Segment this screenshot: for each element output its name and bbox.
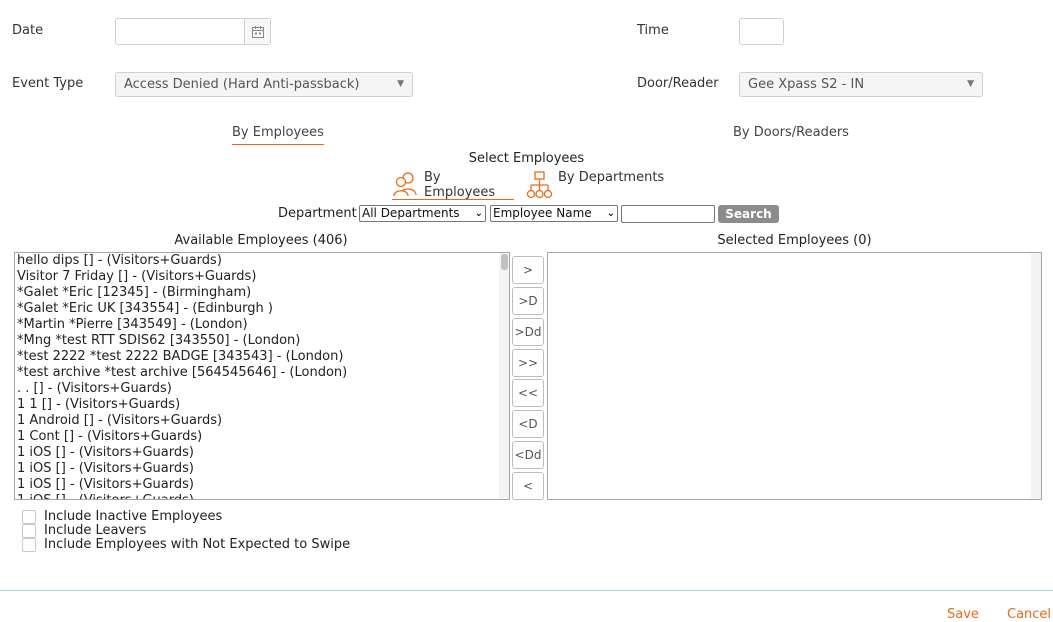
department-value: All Departments [362, 206, 460, 220]
list-item[interactable]: 1 iOS [] - (Visitors+Guards) [15, 477, 509, 493]
include-not-expected-checkbox[interactable] [22, 538, 36, 552]
list-item[interactable]: . . [] - (Visitors+Guards) [15, 381, 509, 397]
sort-select[interactable]: Employee Name ⌄ [490, 205, 618, 222]
chevron-down-icon: ⌄ [474, 208, 483, 219]
search-button[interactable]: Search [718, 205, 779, 223]
available-employees-list[interactable]: hello dips [] - (Visitors+Guards) Visitor… [14, 252, 510, 500]
chevron-down-icon: ▼ [967, 79, 974, 89]
add-selected-button[interactable]: > [512, 256, 544, 284]
list-item[interactable]: hello dips [] - (Visitors+Guards) [15, 253, 509, 269]
footer-divider [0, 590, 1053, 591]
subtab-by-departments-label: By Departments [558, 170, 665, 185]
include-leavers-checkbox[interactable] [22, 524, 36, 538]
list-item[interactable]: *Galet *Eric UK [343554] - (Edinburgh ) [15, 301, 509, 317]
selected-employees-title: Selected Employees (0) [717, 233, 872, 248]
date-label: Date [12, 23, 44, 38]
save-button[interactable]: Save [947, 607, 979, 622]
remove-department-deep-button[interactable]: <Dd [512, 441, 544, 469]
time-label: Time [637, 23, 669, 38]
scrollbar[interactable] [1031, 253, 1041, 499]
include-not-expected-label: Include Employees with Not Expected to S… [44, 537, 351, 552]
list-item[interactable]: 1 1 [] - (Visitors+Guards) [15, 397, 509, 413]
list-item[interactable]: 1 iOS [] - (Visitors+Guards) [15, 461, 509, 477]
selected-employees-list[interactable] [547, 252, 1042, 500]
remove-selected-button[interactable]: < [512, 472, 544, 500]
subtab-by-employees-label: By Employees [424, 170, 496, 200]
org-chart-icon [526, 171, 554, 203]
event-type-label: Event Type [12, 76, 84, 91]
scrollbar-thumb[interactable] [501, 254, 508, 270]
list-item[interactable]: *test 2222 *test 2222 BADGE [343543] - (… [15, 349, 509, 365]
list-item[interactable]: *Mng *test RTT SDIS62 [343550] - (London… [15, 333, 509, 349]
include-inactive-checkbox[interactable] [22, 510, 36, 524]
remove-all-button[interactable]: << [512, 379, 544, 407]
list-item[interactable]: 1 iOS [] - (Visitors+Guards) [15, 445, 509, 461]
door-reader-value: Gee Xpass S2 - IN [748, 77, 865, 92]
available-employees-title: Available Employees (406) [174, 233, 348, 248]
sort-value: Employee Name [493, 206, 592, 220]
calendar-icon[interactable] [244, 19, 270, 44]
scrollbar[interactable] [499, 253, 509, 499]
include-inactive-label: Include Inactive Employees [44, 509, 223, 524]
add-all-button[interactable]: >> [512, 349, 544, 377]
list-item[interactable]: 1 Cont [] - (Visitors+Guards) [15, 429, 509, 445]
list-item[interactable]: *Galet *Eric [12345] - (Birmingham) [15, 285, 509, 301]
users-icon [392, 171, 420, 201]
door-reader-label: Door/Reader [637, 76, 719, 91]
event-type-select[interactable]: Access Denied (Hard Anti-passback) ▼ [115, 72, 413, 97]
add-department-deep-button[interactable]: >Dd [512, 318, 544, 346]
list-item[interactable]: *Martin *Pierre [343549] - (London) [15, 317, 509, 333]
department-select[interactable]: All Departments ⌄ [359, 205, 486, 222]
tab-by-employees[interactable]: By Employees [232, 125, 324, 145]
list-item[interactable]: Visitor 7 Friday [] - (Visitors+Guards) [15, 269, 509, 285]
list-item[interactable]: 1 Android [] - (Visitors+Guards) [15, 413, 509, 429]
remove-department-button[interactable]: <D [512, 410, 544, 438]
add-department-button[interactable]: >D [512, 287, 544, 315]
select-employees-title: Select Employees [468, 151, 585, 166]
cancel-button[interactable]: Cancel [1007, 607, 1051, 622]
tab-by-doors-readers[interactable]: By Doors/Readers [733, 125, 849, 140]
department-label: Department [278, 206, 357, 221]
date-field[interactable] [115, 18, 271, 45]
event-type-value: Access Denied (Hard Anti-passback) [124, 77, 360, 92]
subtab-by-departments[interactable]: By Departments [526, 170, 664, 203]
list-item[interactable]: *test archive *test archive [564545646] … [15, 365, 509, 381]
include-leavers-label: Include Leavers [44, 523, 147, 538]
chevron-down-icon: ⌄ [606, 208, 615, 219]
chevron-down-icon: ▼ [397, 79, 404, 89]
search-input[interactable] [621, 205, 715, 223]
subtab-by-employees[interactable]: By Employees [392, 170, 514, 200]
list-item[interactable]: 1 iOS [] - (Visitors+Guards) [15, 493, 509, 499]
door-reader-select[interactable]: Gee Xpass S2 - IN ▼ [739, 72, 983, 97]
time-field[interactable] [739, 18, 784, 45]
